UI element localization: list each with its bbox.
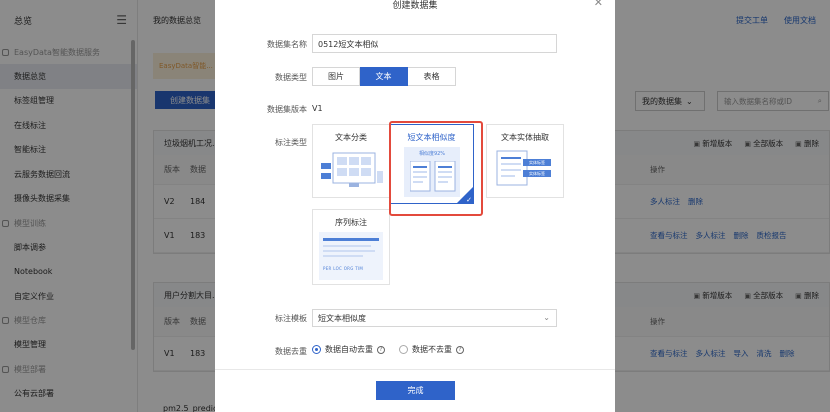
data-type-selector: 图片 文本 表格 <box>312 67 456 86</box>
dedupe-label: 数据去重 <box>275 347 307 356</box>
annotation-type-text-classification[interactable]: 文本分类 <box>312 124 390 198</box>
data-type-table-button[interactable]: 表格 <box>408 67 456 86</box>
text-classification-illustration <box>321 152 383 187</box>
sequence-tags-text: PER LOC ORG TIM <box>323 266 364 271</box>
annotation-type-label: 标注类型 <box>275 138 307 147</box>
dedupe-radio-group: 数据自动去重 ? 数据不去重 ? <box>312 344 474 355</box>
done-button[interactable]: 完成 <box>376 381 455 400</box>
modal-footer-divider <box>215 369 615 370</box>
chevron-down-icon: ⌄ <box>543 313 550 322</box>
dedupe-none-label[interactable]: 数据不去重 <box>412 344 452 355</box>
entity-tag: 实体标签 <box>523 170 551 177</box>
template-select-value: 短文本相似度 <box>318 314 366 323</box>
annotation-type-title: 文本实体抽取 <box>501 133 549 142</box>
annotation-type-title: 序列标注 <box>335 218 367 227</box>
entity-tag: 实体标签 <box>523 159 551 166</box>
dataset-name-input[interactable]: 0512短文本相似 <box>312 34 557 53</box>
create-dataset-modal: 创建数据集 ✕ 数据集名称 0512短文本相似 数据类型 图片 文本 表格 数据… <box>215 0 615 412</box>
selection-highlight <box>389 121 483 216</box>
help-icon[interactable]: ? <box>456 345 464 354</box>
template-label: 标注模板 <box>275 314 307 323</box>
dedupe-none-radio[interactable] <box>399 345 408 354</box>
sequence-labeling-illustration: PER LOC ORG TIM <box>319 232 383 280</box>
data-type-text-button[interactable]: 文本 <box>360 67 408 86</box>
dedupe-auto-label[interactable]: 数据自动去重 <box>325 344 373 355</box>
help-icon[interactable]: ? <box>377 345 385 354</box>
annotation-type-title: 文本分类 <box>335 133 367 142</box>
dataset-version-label: 数据集版本 <box>267 105 307 114</box>
annotation-type-entity-extraction[interactable]: 文本实体抽取 实体标签 实体标签 <box>486 124 564 198</box>
dataset-version-value: V1 <box>312 104 323 113</box>
annotation-type-sequence-labeling[interactable]: 序列标注 PER LOC ORG TIM <box>312 209 390 285</box>
template-select[interactable]: 短文本相似度 ⌄ <box>312 309 557 327</box>
entity-extraction-illustration: 实体标签 实体标签 <box>493 147 557 193</box>
dataset-name-label: 数据集名称 <box>267 40 307 49</box>
sequence-lines-icon <box>323 238 379 257</box>
close-icon[interactable]: ✕ <box>594 0 603 9</box>
modal-title: 创建数据集 <box>392 1 438 11</box>
data-type-label: 数据类型 <box>275 73 307 82</box>
data-type-image-button[interactable]: 图片 <box>312 67 360 86</box>
dedupe-auto-radio[interactable] <box>312 345 321 354</box>
